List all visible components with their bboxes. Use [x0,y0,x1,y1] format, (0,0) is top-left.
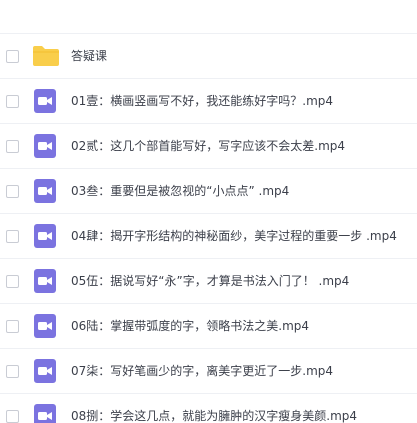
row-checkbox[interactable] [6,140,19,153]
video-file-icon [34,314,56,338]
video-file-icon [34,359,56,383]
row-checkbox[interactable] [6,95,19,108]
file-name: 02贰：这几个部首能写好，写字应该不会太差.mp4 [71,139,346,153]
row-checkbox[interactable] [6,275,19,288]
file-name: 07柒：写好笔画少的字，离美字更近了一步.mp4 [71,364,334,378]
video-file-icon [34,224,56,248]
file-name: 05伍：据说写好“永”字，才算是书法入门了！ .mp4 [71,274,350,288]
file-row[interactable]: 01壹：横画竖画写不好，我还能练好字吗？.mp4 [0,79,417,124]
file-row[interactable]: 08捌：学会这几点，就能为臃肿的汉字瘦身美颜.mp4 [0,394,417,423]
video-file-icon [34,89,56,113]
file-name: 08捌：学会这几点，就能为臃肿的汉字瘦身美颜.mp4 [71,409,358,423]
folder-name: 答疑课 [71,49,108,63]
row-checkbox[interactable] [6,230,19,243]
file-row[interactable]: 02贰：这几个部首能写好，写字应该不会太差.mp4 [0,124,417,169]
row-checkbox[interactable] [6,50,19,63]
file-name: 01壹：横画竖画写不好，我还能练好字吗？.mp4 [71,94,334,108]
file-name: 04肆：揭开字形结构的神秘面纱，美字过程的重要一步 .mp4 [71,229,397,243]
file-row[interactable]: 06陆：掌握带弧度的字，领略书法之美.mp4 [0,304,417,349]
file-name: 03叁：重要但是被忽视的“小点点” .mp4 [71,184,290,198]
file-row[interactable]: 05伍：据说写好“永”字，才算是书法入门了！ .mp4 [0,259,417,304]
row-checkbox[interactable] [6,365,19,378]
file-row[interactable]: 07柒：写好笔画少的字，离美字更近了一步.mp4 [0,349,417,394]
row-checkbox[interactable] [6,185,19,198]
file-row[interactable]: 03叁：重要但是被忽视的“小点点” .mp4 [0,169,417,214]
file-list: 答疑课 01壹：横画竖画写不好，我还能练好字吗？.mp4 02贰：这几个部首能写… [0,0,417,423]
file-name: 06陆：掌握带弧度的字，领略书法之美.mp4 [71,319,310,333]
file-row[interactable]: 04肆：揭开字形结构的神秘面纱，美字过程的重要一步 .mp4 [0,214,417,259]
folder-row[interactable]: 答疑课 [0,34,417,79]
video-file-icon [34,269,56,293]
row-checkbox[interactable] [6,410,19,423]
row-checkbox[interactable] [6,320,19,333]
video-file-icon [34,134,56,158]
folder-icon [32,45,60,67]
video-file-icon [34,179,56,203]
video-file-icon [34,404,56,423]
